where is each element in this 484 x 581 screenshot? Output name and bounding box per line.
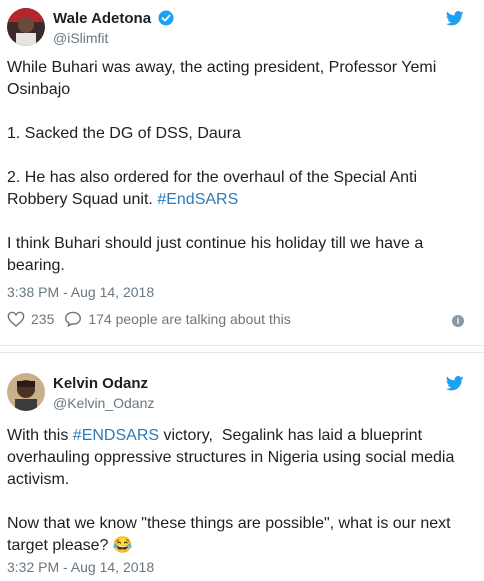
- tweet-card-wale[interactable]: Wale Adetona @iSlimfit While Buhari was …: [0, 0, 484, 346]
- body-line: bearing.: [7, 257, 65, 274]
- tweet-card-kelvin[interactable]: Kelvin Odanz @Kelvin_Odanz With this #EN…: [0, 352, 484, 581]
- author-name[interactable]: Wale Adetona: [53, 10, 174, 27]
- body-line: I think Buhari should just continue his …: [7, 235, 424, 252]
- author-handle[interactable]: @iSlimfit: [53, 30, 108, 46]
- body-line: 2. He has also ordered for the overhaul …: [7, 169, 418, 186]
- heart-icon[interactable]: [7, 311, 25, 327]
- body-line: Robbery Squad unit. #EndSARS: [7, 189, 472, 211]
- author-name-text[interactable]: Wale Adetona: [53, 10, 151, 27]
- avatar-wale[interactable]: [7, 8, 45, 46]
- laughing-emoji-icon: 😂: [112, 537, 133, 554]
- tweet-body: With this #ENDSARS victory, Segalink has…: [7, 425, 472, 557]
- reply-bubble-icon[interactable]: [64, 311, 82, 327]
- hashtag-link[interactable]: #EndSARS: [157, 191, 238, 208]
- body-line: Osinbajo: [7, 81, 71, 98]
- tweet-actions: 235 174 people are talking about this: [7, 311, 291, 327]
- body-line: With this #ENDSARS victory, Segalink has…: [7, 425, 472, 447]
- author-name[interactable]: Kelvin Odanz: [53, 375, 148, 392]
- conversation-link[interactable]: 174 people are talking about this: [88, 311, 290, 327]
- body-line: target please? 😂: [7, 535, 472, 557]
- body-line: 1. Sacked the DG of DSS, Daura: [7, 125, 241, 142]
- verified-badge-icon: [158, 10, 174, 26]
- body-line: overhauling oppressive structures in Nig…: [7, 449, 455, 466]
- body-text: victory, Segalink has laid a blueprint: [163, 427, 423, 444]
- tweet-body: While Buhari was away, the acting presid…: [7, 57, 472, 277]
- body-line: While Buhari was away, the acting presid…: [7, 59, 437, 76]
- tweet-timestamp[interactable]: 3:38 PM - Aug 14, 2018: [7, 284, 154, 300]
- twitter-bird-icon[interactable]: [446, 11, 464, 26]
- body-text: With this: [7, 427, 69, 444]
- body-text: target please?: [7, 537, 109, 554]
- avatar-kelvin[interactable]: [7, 373, 45, 411]
- tweet-timestamp[interactable]: 3:32 PM - Aug 14, 2018: [7, 559, 154, 575]
- body-text: Robbery Squad unit.: [7, 191, 153, 208]
- body-line: Now that we know "these things are possi…: [7, 515, 451, 532]
- body-line: activism.: [7, 471, 70, 488]
- author-handle[interactable]: @Kelvin_Odanz: [53, 395, 154, 411]
- hashtag-link[interactable]: #ENDSARS: [73, 427, 159, 444]
- twitter-bird-icon[interactable]: [446, 376, 464, 391]
- like-count[interactable]: 235: [31, 311, 54, 327]
- info-icon[interactable]: i: [452, 315, 464, 327]
